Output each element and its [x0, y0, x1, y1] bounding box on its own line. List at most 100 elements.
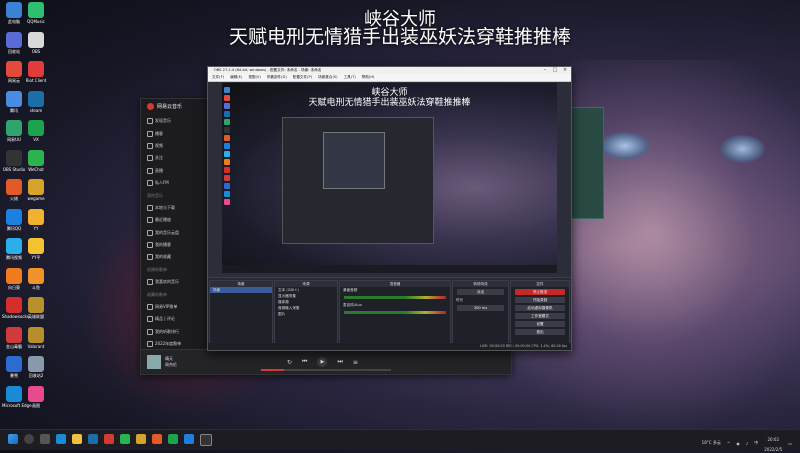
obs-window[interactable]: OBS 27.2.4 (64-bit, windows) - 配置文件: 未命名… — [207, 66, 572, 351]
steam-taskbar-icon[interactable] — [88, 434, 98, 444]
desktop-icon-label: 画图 — [32, 402, 40, 408]
wegame-taskbar-icon[interactable] — [136, 434, 146, 444]
next-track-icon[interactable]: ⏭ — [337, 358, 342, 366]
sidebar-item[interactable]: 最近播放 — [141, 214, 209, 226]
sidebar-item[interactable]: 直播 — [141, 165, 209, 177]
search-icon[interactable] — [24, 434, 34, 444]
desktop-icon[interactable]: 此电脑 — [2, 2, 26, 25]
network-icon[interactable]: ◉ — [736, 441, 740, 446]
desktop-icon[interactable]: 回收站 — [2, 31, 26, 55]
qq-taskbar-icon[interactable] — [184, 434, 194, 444]
desktop-icon[interactable]: 火绒 — [2, 179, 26, 202]
sidebar-item[interactable]: 我的听歌排行 — [141, 326, 209, 338]
desktop-icon[interactable]: 腾讯视频 — [2, 238, 26, 261]
desktop-icon[interactable]: Riot Client — [24, 61, 48, 83]
volume-meter[interactable] — [344, 296, 446, 299]
obs-control-button[interactable]: 启动虚拟摄像机 — [515, 305, 565, 311]
desktop-icon[interactable]: WeChat — [24, 149, 48, 172]
volume-meter[interactable] — [344, 311, 446, 314]
playlist-icon[interactable]: ≡ — [353, 359, 358, 366]
obs-control-button[interactable]: 工作室模式 — [515, 313, 565, 319]
sidebar-item[interactable]: 我的音乐云盘 — [141, 227, 209, 239]
sidebar-item[interactable]: 发现音乐 — [141, 115, 209, 127]
vx-taskbar-icon[interactable] — [168, 434, 178, 444]
desktop-icon[interactable]: YY平 — [24, 238, 48, 261]
obs-control-button[interactable]: 停止推流 — [515, 289, 565, 295]
desktop-icon[interactable]: 回收站2 — [24, 356, 48, 379]
tray-arrow-icon[interactable]: ^ — [727, 441, 730, 446]
sidebar-item[interactable]: 私人FM — [141, 177, 209, 189]
desktop-icon-label: OBS — [31, 48, 41, 54]
desktop-icon[interactable]: 向日葵 — [2, 267, 26, 291]
desktop-icon[interactable]: 金山毒霸 — [2, 326, 26, 350]
netease-taskbar-icon[interactable] — [104, 434, 114, 444]
desktop-icon[interactable]: YY — [24, 208, 48, 231]
desktop-icon[interactable]: Valorant — [24, 326, 48, 349]
desktop-icon[interactable]: 网易云 — [2, 61, 26, 84]
ime-icon[interactable]: 中 — [754, 440, 758, 446]
sidebar-item[interactable]: 精品 | 评论 — [141, 313, 209, 325]
desktop-icon[interactable]: 英雄联盟 — [24, 297, 48, 320]
desktop-icon[interactable]: VX — [24, 120, 48, 142]
maximize-icon[interactable]: □ — [551, 67, 559, 74]
transition-select[interactable]: 淡出 — [457, 289, 504, 295]
desktop-icon[interactable]: 网易UU — [2, 120, 26, 143]
desktop-icon[interactable]: 画图 — [24, 385, 48, 409]
desktop-icon[interactable]: 腾讯 — [2, 90, 26, 114]
sidebar-item[interactable]: 我的播客 — [141, 239, 209, 251]
desktop-icon[interactable]: Microsoft Edge — [2, 385, 32, 408]
obs-menu-item[interactable]: 停靠部件(D) — [267, 75, 287, 80]
desktop-icon[interactable]: OBS Studio — [2, 149, 26, 172]
song-artist[interactable]: 周杰伦 — [165, 362, 177, 368]
notification-icon[interactable]: ▭ — [788, 441, 792, 446]
obs-preview-canvas[interactable]: 峡谷大师 天赋电刑无情猎手出装巫妖法穿鞋推推棒 — [222, 83, 557, 273]
progress-bar[interactable] — [261, 369, 391, 371]
obs-menu-item[interactable]: 视图(V) — [248, 75, 260, 80]
obs-titlebar[interactable]: OBS 27.2.4 (64-bit, windows) - 配置文件: 未命名… — [208, 67, 571, 74]
desktop-icon[interactable]: OBS — [24, 31, 48, 54]
source-item[interactable]: 图片 — [275, 311, 337, 317]
sidebar-item[interactable]: 本地与下载 — [141, 202, 209, 214]
desktop-icon[interactable]: 腾讯QQ — [2, 208, 26, 232]
clock[interactable]: 20:02 2022/2/5 — [764, 433, 782, 453]
obs-menu-item[interactable]: 文件(F) — [212, 75, 224, 80]
duration-input[interactable]: 300 ms — [457, 305, 504, 311]
edge-taskbar-icon[interactable] — [56, 434, 66, 444]
obs-menu-item[interactable]: 工具(T) — [344, 75, 356, 80]
sidebar-item[interactable]: 视频 — [141, 140, 209, 152]
loop-icon[interactable]: ↻ — [287, 359, 292, 366]
desktop-icon[interactable]: wegame — [24, 179, 48, 201]
sidebar-item[interactable]: 我的收藏 — [141, 251, 209, 263]
start-menu-icon[interactable] — [8, 434, 18, 444]
play-button-icon[interactable]: ▶ — [317, 357, 328, 367]
background-window-partial[interactable] — [570, 107, 604, 219]
prev-track-icon[interactable]: ⏮ — [302, 358, 307, 366]
wechat-taskbar-icon[interactable] — [120, 434, 130, 444]
album-cover[interactable] — [147, 355, 161, 369]
sidebar-item[interactable]: 播客 — [141, 127, 209, 139]
volume-icon[interactable]: ♪ — [746, 441, 749, 446]
obs-control-button[interactable]: 开始录制 — [515, 297, 565, 303]
scene-item[interactable]: 场景 — [210, 287, 272, 293]
obs-control-button[interactable]: 设置 — [515, 321, 565, 327]
app-taskbar-icon[interactable] — [152, 434, 162, 444]
obs-menu-item[interactable]: 配置文件(P) — [293, 75, 312, 80]
obs-menu-item[interactable]: 场景集合(S) — [318, 75, 337, 80]
obs-control-button[interactable]: 退出 — [515, 329, 565, 335]
weather-widget[interactable]: 18°C 多云 — [702, 440, 721, 446]
task-view-icon[interactable] — [40, 434, 50, 444]
sidebar-item[interactable]: 网易VIP歌单 — [141, 301, 209, 313]
desktop-icon[interactable]: steam — [24, 90, 48, 113]
sidebar-item[interactable]: 关注 — [141, 152, 209, 164]
explorer-taskbar-icon[interactable] — [72, 434, 82, 444]
desktop-icon[interactable]: QQMusic — [24, 2, 48, 24]
obs-menu-item[interactable]: 编辑(E) — [230, 75, 242, 80]
minimize-icon[interactable]: – — [541, 67, 549, 74]
close-icon[interactable]: × — [561, 67, 569, 74]
desktop-icon[interactable]: 暴雪 — [2, 356, 26, 379]
desktop-icon[interactable]: 斗鱼 — [24, 267, 48, 291]
desktop-icon[interactable]: Shadowsocks — [2, 297, 29, 319]
obs-menu-item[interactable]: 帮助(H) — [362, 75, 375, 80]
obs-taskbar-icon[interactable] — [200, 434, 212, 446]
sidebar-item[interactable]: 我喜欢的音乐 — [141, 276, 209, 288]
